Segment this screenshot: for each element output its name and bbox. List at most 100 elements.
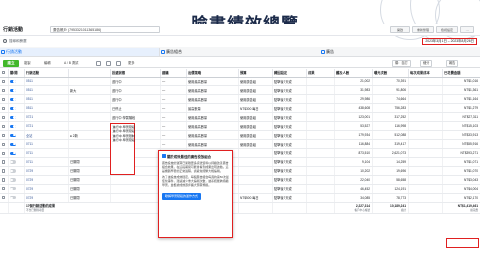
row-checkbox[interactable]	[0, 184, 9, 194]
search-input[interactable]: 搜尋和篩選	[2, 38, 122, 45]
table-row[interactable]: 0721 進行中 學習階段 —使用最高數量使用廣告組點擊後7天或 53,527116,…	[0, 121, 480, 132]
col-header[interactable]: 曝光次數	[372, 69, 409, 78]
table-row[interactable]: 0511 進行中 — 使用最高數量 使用廣告組 點擊後7天或 21,002 70,391 NT$…	[0, 77, 480, 87]
row-toggle[interactable]	[8, 184, 25, 194]
row-toggle[interactable]	[8, 130, 25, 141]
edit-button[interactable]: 編輯	[44, 60, 51, 66]
account-selector[interactable]: 廣告帳戶 (7953321011365186)	[50, 26, 160, 33]
row-toggle[interactable]	[8, 121, 25, 132]
more-options-button[interactable]: ⋯	[460, 26, 474, 33]
row-toggle[interactable]	[8, 166, 25, 176]
columns-button[interactable]: 欄：自訂	[392, 59, 411, 67]
cell-budget: 使用廣告組	[238, 130, 273, 141]
breakdown-button[interactable]: 細分	[420, 59, 433, 67]
col-header[interactable]: 觸及人數	[334, 69, 373, 78]
row-toggle[interactable]	[8, 148, 25, 158]
cell-name[interactable]: 0729	[24, 175, 69, 185]
row-checkbox[interactable]	[0, 103, 9, 114]
row-toggle[interactable]	[8, 193, 25, 203]
cell-name[interactable]: 0721	[24, 121, 69, 132]
row-checkbox[interactable]	[0, 130, 9, 141]
table-row[interactable]: 0511 進行中 — 使用最高數量 使用廣告組 點擊後7天或 29,986 74,664 NT$…	[0, 94, 480, 105]
cell-name[interactable]: 0711	[24, 139, 69, 149]
table-row[interactable]: 0729 已關閉 點擊後7天或 22,040 58,658 NT$3,043	[0, 175, 480, 185]
table-row[interactable]: 全站● 2新進行中 學習限制—使用最高數量使用廣告組點擊後7天或179,9345…	[0, 130, 480, 141]
table-row[interactable]: 0511 已停止 — 最高數量 NT$300 每日 點擊後7天或 438,608 756,28…	[0, 103, 480, 114]
row-toggle[interactable]	[8, 112, 25, 123]
tab-ads[interactable]: 廣告	[320, 48, 480, 56]
row-checkbox[interactable]	[0, 166, 9, 176]
col-header[interactable]: 行銷活動	[24, 69, 69, 78]
refresh-button[interactable]: 重新整理	[412, 26, 434, 33]
cell-name[interactable]: 0511	[24, 94, 69, 105]
reports-button[interactable]: 報告	[446, 59, 459, 67]
col-header[interactable]: 關/開	[8, 69, 25, 78]
row-checkbox[interactable]	[0, 139, 9, 149]
more-button[interactable]: 更多	[128, 60, 135, 66]
cell-reach: 31,983	[334, 85, 373, 96]
cell-spent: NT$1,070	[442, 166, 480, 176]
cell-cpr	[408, 103, 443, 114]
tab-adsets[interactable]: 廣告組合	[160, 48, 320, 56]
table-row[interactable]: 0711已停止點擊後7天或873,5102,621,073NT$393,271	[0, 148, 480, 158]
table-row[interactable]: 0511 新大 進行中 — 使用最高數量 使用廣告組 點擊後7天或 31,983 91,806 N…	[0, 85, 480, 96]
table-row[interactable]: 0721 進行中 學習階段 — 使用最高數量 使用廣告組 點擊後7天或 123,001 317…	[0, 112, 480, 123]
table-row[interactable]: 0729 已關閉 點擊後7天或 10,202 19,696 NT$1,070	[0, 166, 480, 176]
cell-name[interactable]: 0711	[24, 157, 69, 167]
cell-name[interactable]: 0729	[24, 184, 69, 194]
undo-icon[interactable]	[106, 60, 111, 66]
row-toggle[interactable]	[8, 85, 25, 96]
tab-campaigns[interactable]: 行銷活動	[0, 48, 160, 56]
col-header[interactable]: 建議	[160, 69, 187, 78]
row-toggle[interactable]	[8, 77, 25, 87]
tag-icon[interactable]	[116, 60, 121, 66]
row-checkbox[interactable]	[0, 121, 9, 132]
delete-icon[interactable]	[96, 60, 101, 66]
row-toggle[interactable]	[8, 103, 25, 114]
col-header[interactable]: 預算	[238, 69, 273, 78]
table-row[interactable]: 0711 已關閉 點擊後7天或 9,104 14,259 NT$1,071	[0, 157, 480, 167]
col-header[interactable]	[68, 69, 111, 78]
ab-test-button[interactable]: A / B 測試	[64, 60, 78, 66]
col-header[interactable]: 每次成果成本	[408, 69, 443, 78]
cell-name[interactable]: 0721	[24, 112, 69, 123]
learn-more-button[interactable]: 瞭解學習階段的運作方式	[162, 192, 202, 200]
col-header[interactable]: 歸因設定	[272, 69, 307, 78]
create-button[interactable]: 建立	[3, 59, 19, 67]
cell-name[interactable]: 0729	[24, 166, 69, 176]
table-row[interactable]: 0729已關閉最高數量NT$500 每日點擊後7天或34,08578,773NT…	[0, 193, 480, 203]
cell-name[interactable]: 0511	[24, 77, 69, 87]
row-toggle[interactable]	[8, 139, 25, 149]
table-row[interactable]: 0729 已關閉 點擊後7天或 46,452 124,191 NT$4,004	[0, 184, 480, 194]
cell-name[interactable]: 0511	[24, 85, 69, 96]
row-checkbox[interactable]	[0, 157, 9, 167]
row-checkbox[interactable]	[0, 112, 9, 123]
row-checkbox[interactable]	[0, 175, 9, 185]
cell-name[interactable]: 0511	[24, 103, 69, 114]
cell-name[interactable]: 0729	[24, 193, 69, 203]
row-checkbox[interactable]	[0, 85, 9, 96]
row-toggle[interactable]	[8, 157, 25, 167]
open-button[interactable]: 開啟	[390, 26, 410, 33]
cell-spent: NT$15,103	[442, 121, 480, 132]
cell-reach: 10,202	[334, 166, 373, 176]
cell-results	[306, 112, 335, 123]
view-settings-button[interactable]: 檢視設定	[436, 26, 458, 33]
duplicate-button[interactable]: 複製	[24, 60, 31, 66]
col-header[interactable]: 投遞狀態	[110, 69, 161, 78]
cell-name[interactable]: 0711	[24, 148, 69, 158]
row-checkbox[interactable]	[0, 94, 9, 105]
col-header[interactable]: 出價策略	[186, 69, 239, 78]
row-checkbox[interactable]	[0, 77, 9, 87]
row-toggle[interactable]	[8, 94, 25, 105]
date-range-picker[interactable]: 2023年3月1日 – 2023年8月26日	[422, 38, 477, 45]
select-all-checkbox[interactable]	[0, 69, 9, 78]
row-toggle[interactable]	[8, 175, 25, 185]
table-row[interactable]: 0711 進行中 學習階段 —使用最高數量使用廣告組點擊後7天或 116,884319…	[0, 139, 480, 149]
cell-tag: 已關閉	[68, 157, 111, 167]
row-checkbox[interactable]	[0, 148, 9, 158]
cell-name[interactable]: 全站	[24, 130, 69, 141]
row-checkbox[interactable]	[0, 193, 9, 203]
col-header[interactable]: 成果	[306, 69, 335, 78]
col-header[interactable]: 已花費金額	[442, 69, 480, 78]
